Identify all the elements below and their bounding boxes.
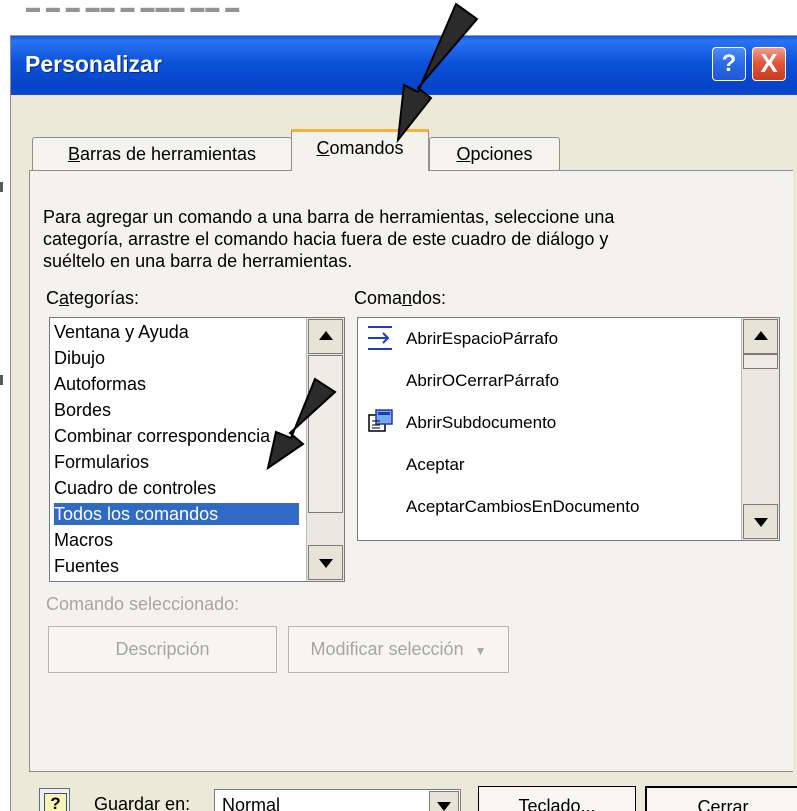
instructions-text: Para agregar un comando a una barra de h… bbox=[43, 207, 615, 271]
keyboard-button[interactable]: Teclado... bbox=[478, 786, 636, 811]
category-item-fuentes[interactable]: Fuentes bbox=[54, 555, 299, 577]
command-item-aceptar[interactable]: Aceptar bbox=[406, 450, 736, 480]
tab-options-label: pciones bbox=[470, 144, 533, 164]
tab-options[interactable]: Opciones bbox=[429, 137, 560, 171]
save-in-value: Normal bbox=[222, 795, 281, 811]
command-item-abrir-o-cerrar-parrafo[interactable]: AbrirOCerrarPárrafo bbox=[406, 366, 736, 396]
category-item-combinar-correspondencia[interactable]: Combinar correspondencia bbox=[54, 425, 299, 447]
commands-scroll-down-button[interactable] bbox=[743, 504, 778, 539]
dropdown-arrow-icon: ▼ bbox=[474, 644, 487, 658]
left-edge-mark bbox=[0, 375, 3, 385]
dialog-titlebar[interactable]: Personalizar ? X bbox=[11, 36, 797, 95]
scroll-up-arrow-icon bbox=[319, 331, 333, 340]
categories-label-mnemonic: a bbox=[59, 288, 70, 308]
customize-dialog: Personalizar ? X Barras de herramientas … bbox=[10, 35, 797, 811]
save-in-select[interactable]: Normal bbox=[214, 789, 461, 811]
save-in-dropdown-button[interactable] bbox=[429, 791, 459, 811]
categories-listbox[interactable]: Ventana y Ayuda Dibujo Autoformas Bordes… bbox=[49, 317, 345, 582]
category-item-formularios[interactable]: Formularios bbox=[54, 451, 299, 473]
left-edge-mark bbox=[0, 182, 3, 192]
categories-label-prefix: C bbox=[46, 288, 59, 308]
commands-label-mnemonic: n bbox=[402, 288, 413, 308]
save-in-label-rest: n: bbox=[175, 794, 191, 811]
scroll-up-arrow-icon bbox=[754, 331, 768, 340]
help-book-button[interactable]: ? bbox=[39, 788, 70, 811]
save-in-label: Guardar en: bbox=[94, 794, 190, 811]
paragraph-spacing-icon bbox=[368, 326, 392, 350]
background-document-fragment: ▬ ▬ ▬ ▬▬ ▬ ▬▬▬ ▬▬ ▬ bbox=[26, 0, 241, 15]
categories-label-rest: tegorías: bbox=[69, 288, 140, 308]
chevron-down-icon bbox=[437, 802, 451, 811]
categories-scroll-down-button[interactable] bbox=[308, 545, 343, 580]
categories-label: Categorías: bbox=[46, 288, 139, 308]
description-button[interactable]: Descripción bbox=[48, 626, 277, 673]
titlebar-close-button[interactable]: X bbox=[752, 47, 786, 81]
categories-scrollbar[interactable] bbox=[306, 318, 344, 581]
category-item-autoformas[interactable]: Autoformas bbox=[54, 373, 299, 395]
category-item-dibujo[interactable]: Dibujo bbox=[54, 347, 299, 369]
subdocument-icon bbox=[368, 409, 393, 432]
commands-label-prefix: Coma bbox=[354, 288, 403, 308]
tab-commands[interactable]: Comandos bbox=[291, 129, 429, 171]
category-item-todos-comandos[interactable]: Todos los comandos bbox=[54, 503, 299, 525]
save-in-label-mnemonic: e bbox=[165, 794, 176, 811]
category-item-cuadro-controles[interactable]: Cuadro de controles bbox=[54, 477, 299, 499]
commands-label-rest: dos: bbox=[412, 288, 447, 308]
categories-scroll-up-button[interactable] bbox=[308, 319, 343, 354]
tab-toolbars-label: arras de herramientas bbox=[79, 144, 257, 164]
commands-scrollbar[interactable] bbox=[741, 318, 779, 540]
selected-command-label: Comando seleccionado: bbox=[46, 594, 240, 614]
titlebar-help-button[interactable]: ? bbox=[712, 47, 746, 81]
close-button[interactable]: Cerrar bbox=[645, 786, 797, 811]
modify-selection-label: Modificar selección bbox=[310, 639, 464, 659]
scroll-down-arrow-icon bbox=[754, 518, 768, 527]
tab-commands-label: omandos bbox=[329, 138, 404, 158]
dialog-title: Personalizar bbox=[25, 51, 162, 77]
category-item-bordes[interactable]: Bordes bbox=[54, 399, 299, 421]
tab-options-mnemonic: O bbox=[456, 144, 471, 164]
keyboard-button-label: eclado... bbox=[527, 796, 596, 811]
screenshot-page: ▬ ▬ ▬ ▬▬ ▬ ▬▬▬ ▬▬ ▬ Personalizar ? X Bar… bbox=[0, 0, 797, 811]
commands-scroll-thumb[interactable] bbox=[743, 354, 778, 369]
commands-scroll-up-button[interactable] bbox=[743, 319, 778, 354]
tab-commands-mnemonic: C bbox=[316, 138, 330, 158]
category-item-macros[interactable]: Macros bbox=[54, 529, 299, 551]
commands-label: Comandos: bbox=[354, 288, 446, 308]
categories-scroll-thumb[interactable] bbox=[308, 355, 343, 513]
save-in-label-prefix: Guardar bbox=[94, 794, 166, 811]
command-item-aceptar-cambios-documento[interactable]: AceptarCambiosEnDocumento bbox=[406, 492, 736, 522]
command-item-abrir-subdocumento[interactable]: AbrirSubdocumento bbox=[406, 408, 736, 438]
tab-toolbars-mnemonic: B bbox=[67, 144, 80, 164]
category-item-ventana-ayuda[interactable]: Ventana y Ayuda bbox=[54, 321, 299, 343]
tab-toolbars[interactable]: Barras de herramientas bbox=[32, 137, 292, 171]
modify-selection-button[interactable]: Modificar selección ▼ bbox=[288, 626, 509, 673]
help-icon: ? bbox=[44, 793, 67, 811]
command-item-abrir-espacio-parrafo[interactable]: AbrirEspacioPárrafo bbox=[406, 324, 736, 354]
scroll-down-arrow-icon bbox=[319, 559, 333, 568]
commands-listbox[interactable]: AbrirEspacioPárrafo AbrirOCerrarPárrafo … bbox=[357, 317, 780, 541]
